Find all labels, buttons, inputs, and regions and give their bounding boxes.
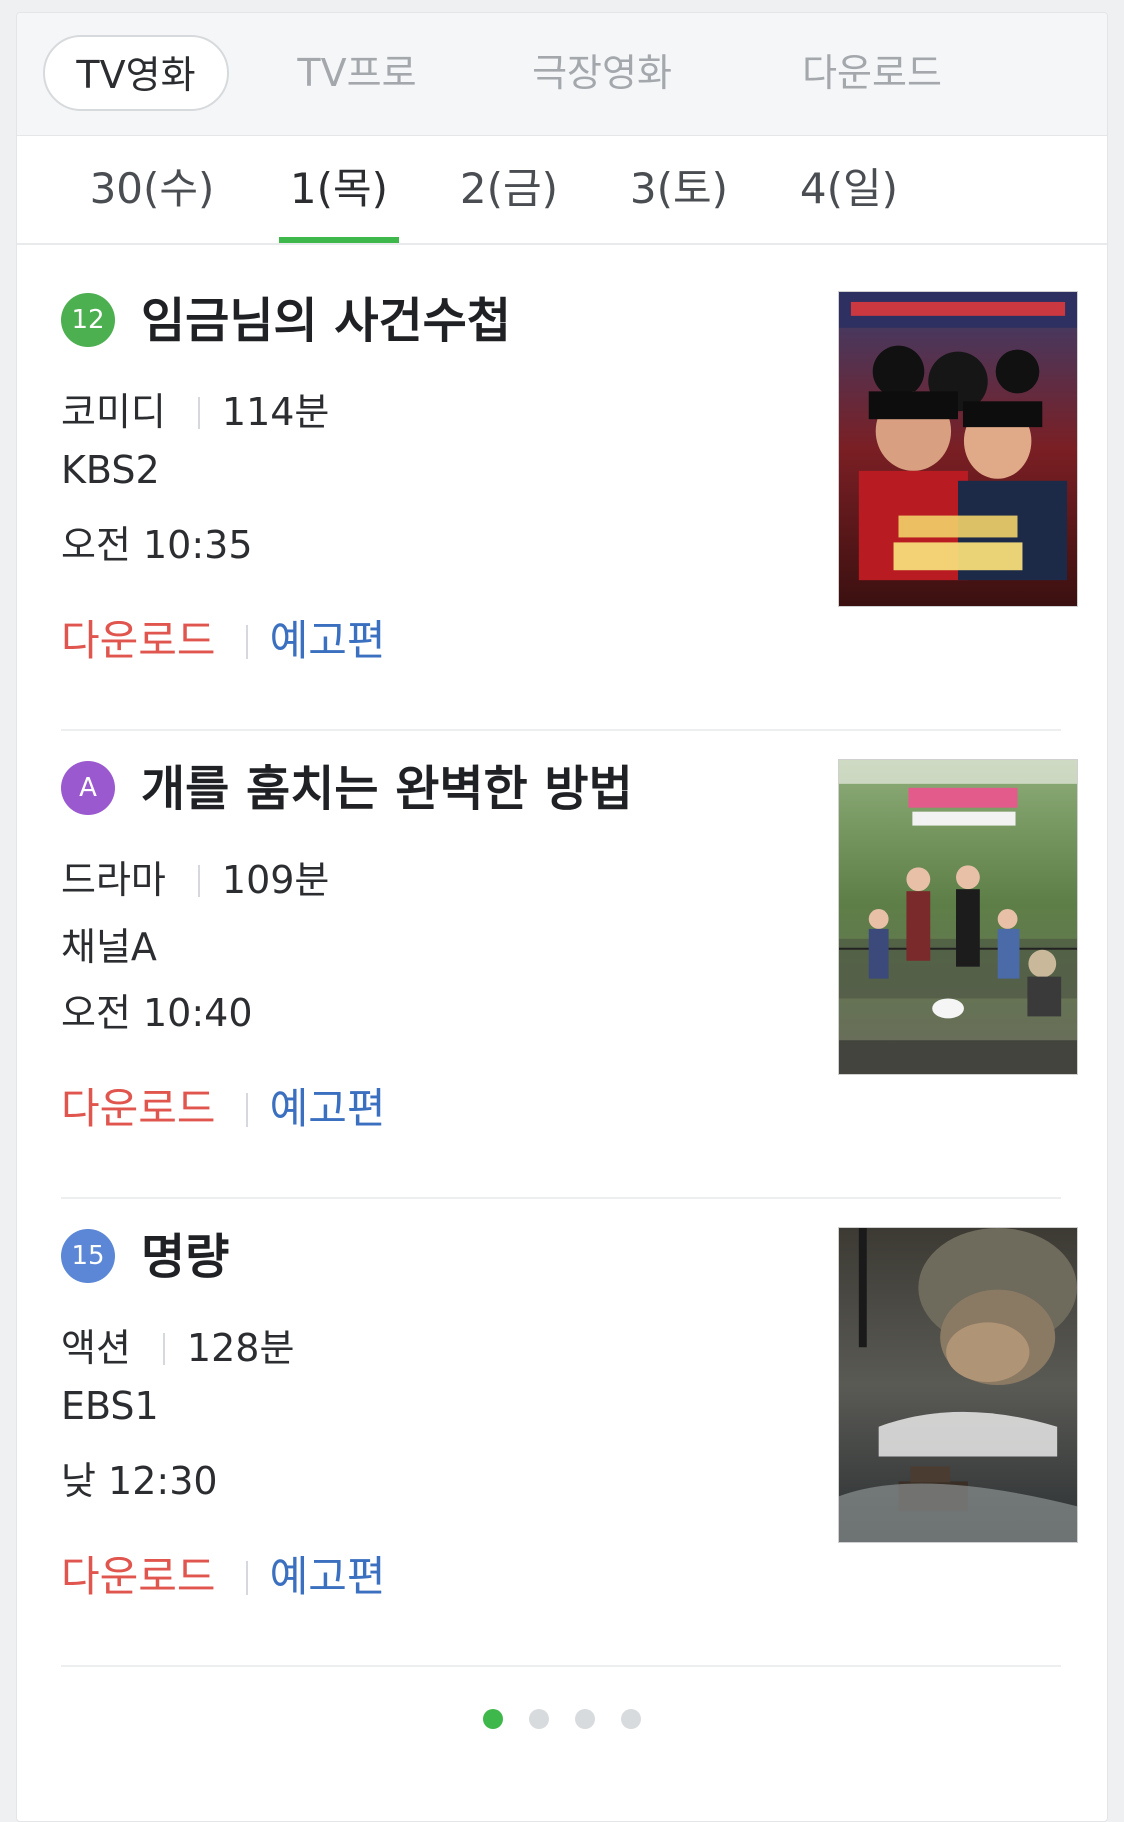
date-tab-1[interactable]: 1(목) xyxy=(267,136,411,243)
movie-title[interactable]: 개를 훔치는 완벽한 방법 xyxy=(141,749,633,819)
link-separator xyxy=(245,1093,248,1127)
movie-links: 다운로드 예고편 xyxy=(61,607,385,668)
tv-movie-card: TV영화 TV프로 극장영화 다운로드 30(수) 1(목) 2(금) 3(토)… xyxy=(16,12,1108,1822)
movie-genre: 코미디 xyxy=(61,390,166,434)
date-tab-3[interactable]: 3(토) xyxy=(607,136,751,243)
movie-links: 다운로드 예고편 xyxy=(61,1075,385,1136)
movie-title[interactable]: 명량 xyxy=(141,1217,229,1287)
movie-time: 오전 10:40 xyxy=(61,991,253,1035)
movie-poster[interactable] xyxy=(838,759,1078,1075)
tab-tv-program[interactable]: TV프로 xyxy=(277,35,437,111)
rating-badge: 12 xyxy=(61,293,115,347)
movie-links: 다운로드 예고편 xyxy=(61,1543,385,1604)
movie-runtime: 114분 xyxy=(221,390,330,434)
tab-download[interactable]: 다운로드 xyxy=(772,35,972,111)
date-tab-30[interactable]: 30(수) xyxy=(77,136,227,243)
active-date-indicator xyxy=(279,237,399,243)
page-dot-2[interactable] xyxy=(529,1709,549,1729)
movie-channel: KBS2 xyxy=(61,448,160,492)
item-divider xyxy=(61,1665,1061,1667)
meta-separator xyxy=(197,865,200,897)
link-separator xyxy=(245,625,248,659)
page-dot-1[interactable] xyxy=(483,1709,503,1729)
movie-item[interactable]: 15 명량 액션 128분 EBS1 낮 12:30 다운로드 예고편 xyxy=(61,1199,1078,1667)
poster-image xyxy=(839,1228,1077,1542)
movie-poster[interactable] xyxy=(838,1227,1078,1543)
movie-poster[interactable] xyxy=(838,291,1078,607)
movie-time: 오전 10:35 xyxy=(61,523,253,567)
date-tab-4[interactable]: 4(일) xyxy=(777,136,921,243)
pagination xyxy=(17,1709,1107,1737)
download-link[interactable]: 다운로드 xyxy=(61,1084,216,1133)
link-separator xyxy=(245,1561,248,1595)
tab-theater-movie[interactable]: 극장영화 xyxy=(502,35,702,111)
movie-runtime: 128분 xyxy=(186,1326,295,1370)
rating-badge: A xyxy=(61,761,115,815)
trailer-link[interactable]: 예고편 xyxy=(270,1084,386,1133)
rating-badge: 15 xyxy=(61,1229,115,1283)
movie-genre: 액션 xyxy=(61,1326,131,1370)
meta-separator xyxy=(197,397,200,429)
meta-separator xyxy=(162,1333,165,1365)
category-tab-bar: TV영화 TV프로 극장영화 다운로드 xyxy=(17,13,1107,136)
trailer-link[interactable]: 예고편 xyxy=(270,1552,386,1601)
download-link[interactable]: 다운로드 xyxy=(61,1552,216,1601)
movie-channel: EBS1 xyxy=(61,1384,159,1428)
tab-tv-movie[interactable]: TV영화 xyxy=(43,35,229,111)
trailer-link[interactable]: 예고편 xyxy=(270,616,386,665)
page-dot-3[interactable] xyxy=(575,1709,595,1729)
movie-meta: 드라마 109분 xyxy=(61,849,329,904)
page-dot-4[interactable] xyxy=(621,1709,641,1729)
poster-image xyxy=(839,760,1077,1074)
movie-time: 낮 12:30 xyxy=(61,1459,218,1503)
movie-item[interactable]: 12 임금님의 사건수첩 코미디 114분 KBS2 오전 10:35 다운로드 예… xyxy=(61,263,1078,731)
movie-item[interactable]: A 개를 훔치는 완벽한 방법 드라마 109분 채널A 오전 10:40 다운로… xyxy=(61,731,1078,1199)
movie-meta: 액션 128분 xyxy=(61,1317,294,1372)
movie-channel: 채널A xyxy=(61,925,157,969)
movie-title[interactable]: 임금님의 사건수첩 xyxy=(141,281,511,351)
poster-image xyxy=(839,292,1077,606)
date-tab-2[interactable]: 2(금) xyxy=(437,136,581,243)
movie-genre: 드라마 xyxy=(61,858,166,902)
date-tab-bar: 30(수) 1(목) 2(금) 3(토) 4(일) xyxy=(17,136,1107,245)
movie-meta: 코미디 114분 xyxy=(61,381,329,436)
movie-runtime: 109분 xyxy=(221,858,330,902)
download-link[interactable]: 다운로드 xyxy=(61,616,216,665)
